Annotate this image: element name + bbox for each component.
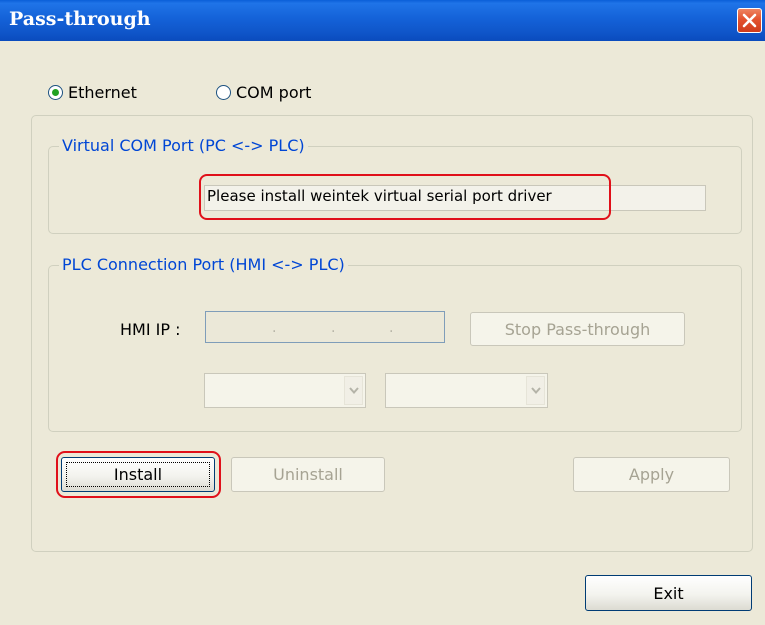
ip-separator: .: [272, 320, 277, 336]
hmi-ip-input[interactable]: . . .: [205, 311, 445, 343]
dropdown-button[interactable]: [526, 376, 545, 405]
apply-button[interactable]: Apply: [573, 457, 730, 492]
uninstall-button[interactable]: Uninstall: [231, 457, 385, 492]
title-bar[interactable]: Pass-through: [0, 0, 765, 41]
com-port-label: COM port: [236, 82, 312, 102]
ip-separator: .: [389, 320, 394, 336]
driver-message-highlight: [199, 174, 611, 220]
com-port-radio[interactable]: COM port: [216, 80, 311, 104]
virtual-com-legend: Virtual COM Port (PC <-> PLC): [59, 136, 308, 155]
apply-label: Apply: [628, 465, 675, 484]
plc-port-select[interactable]: [204, 373, 366, 408]
radio-selected-icon: [48, 84, 63, 100]
uninstall-label: Uninstall: [273, 465, 343, 484]
stop-pass-through-label: Stop Pass-through: [504, 319, 651, 339]
close-button[interactable]: [737, 8, 762, 33]
pass-through-dialog: Pass-through Ethernet COM port Virtual C…: [0, 0, 765, 625]
ethernet-radio[interactable]: Ethernet: [48, 80, 137, 104]
hmi-ip-label: HMI IP :: [120, 320, 181, 339]
window-title: Pass-through: [9, 8, 151, 30]
exit-label: Exit: [653, 583, 684, 603]
exit-button[interactable]: Exit: [585, 575, 752, 611]
radio-unselected-icon: [216, 84, 231, 100]
ethernet-label: Ethernet: [68, 82, 137, 102]
stop-pass-through-button[interactable]: Stop Pass-through: [470, 312, 685, 346]
dropdown-button[interactable]: [344, 376, 363, 405]
plc-connection-legend: PLC Connection Port (HMI <-> PLC): [59, 255, 348, 274]
install-highlight: [56, 451, 221, 498]
plc-setting-select[interactable]: [385, 373, 548, 408]
ip-separator: .: [331, 320, 336, 336]
